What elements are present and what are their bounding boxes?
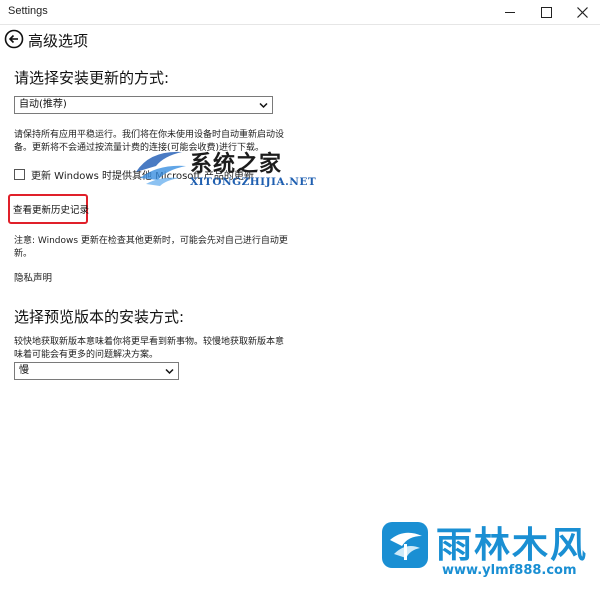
install-method-heading: 请选择安装更新的方式: [14,69,170,87]
privacy-statement-link[interactable]: 隐私声明 [14,270,52,284]
ylmf-logo-icon [382,522,428,568]
minimize-icon [505,11,515,13]
ylmf-url: www.ylmf888.com [442,563,577,578]
ylmf-cn: 雨林木风 [436,525,589,566]
xitongzhijia-en: XITONGZHIJIA.NET [190,176,317,188]
preview-description-line: 味着可能会有更多的问题解决方案。 [14,350,159,360]
chevron-down-icon [165,368,174,375]
update-history-link[interactable]: 查看更新历史记录 [13,202,89,216]
title-bar: Settings [0,0,600,25]
preview-speed-value: 慢 [19,365,29,376]
page-title: 高级选项 [28,32,89,50]
self-update-note: 注意: Windows 更新在检查其他更新时，可能会先对自己进行自动更 新。 [14,235,288,261]
install-method-dropdown[interactable]: 自动(推荐) [14,96,273,114]
xitongzhijia-cn: 系统之家 [190,151,283,177]
note-line: 注意: Windows 更新在检查其他更新时，可能会先对自己进行自动更 [14,236,288,246]
xitongzhijia-watermark: 系统之家 XITONGZHIJIA.NET [130,140,340,200]
window-title: Settings [8,5,48,17]
preview-description: 较快地获取新版本意味着你将更早看到新事物。较慢地获取新版本意 味着可能会有更多的… [14,336,284,362]
install-method-value: 自动(推荐) [19,99,67,110]
note-line: 新。 [14,249,33,259]
ylmf-watermark: 雨林木风 www.ylmf888.com [380,516,595,586]
preview-description-line: 较快地获取新版本意味着你将更早看到新事物。较慢地获取新版本意 [14,337,285,347]
preview-install-heading: 选择预览版本的安装方式: [14,308,185,326]
preview-speed-dropdown[interactable]: 慢 [14,362,179,380]
close-button[interactable] [564,0,600,24]
xitongzhijia-logo-icon [136,151,186,186]
close-icon [576,6,588,18]
maximize-button[interactable] [528,0,564,24]
maximize-icon [540,6,552,18]
minimize-button[interactable] [492,0,528,24]
page-header: 高级选项 [0,24,600,56]
other-products-checkbox[interactable] [14,168,25,180]
back-arrow-icon [4,29,24,49]
back-button[interactable] [4,29,24,49]
chevron-down-icon [259,102,268,109]
